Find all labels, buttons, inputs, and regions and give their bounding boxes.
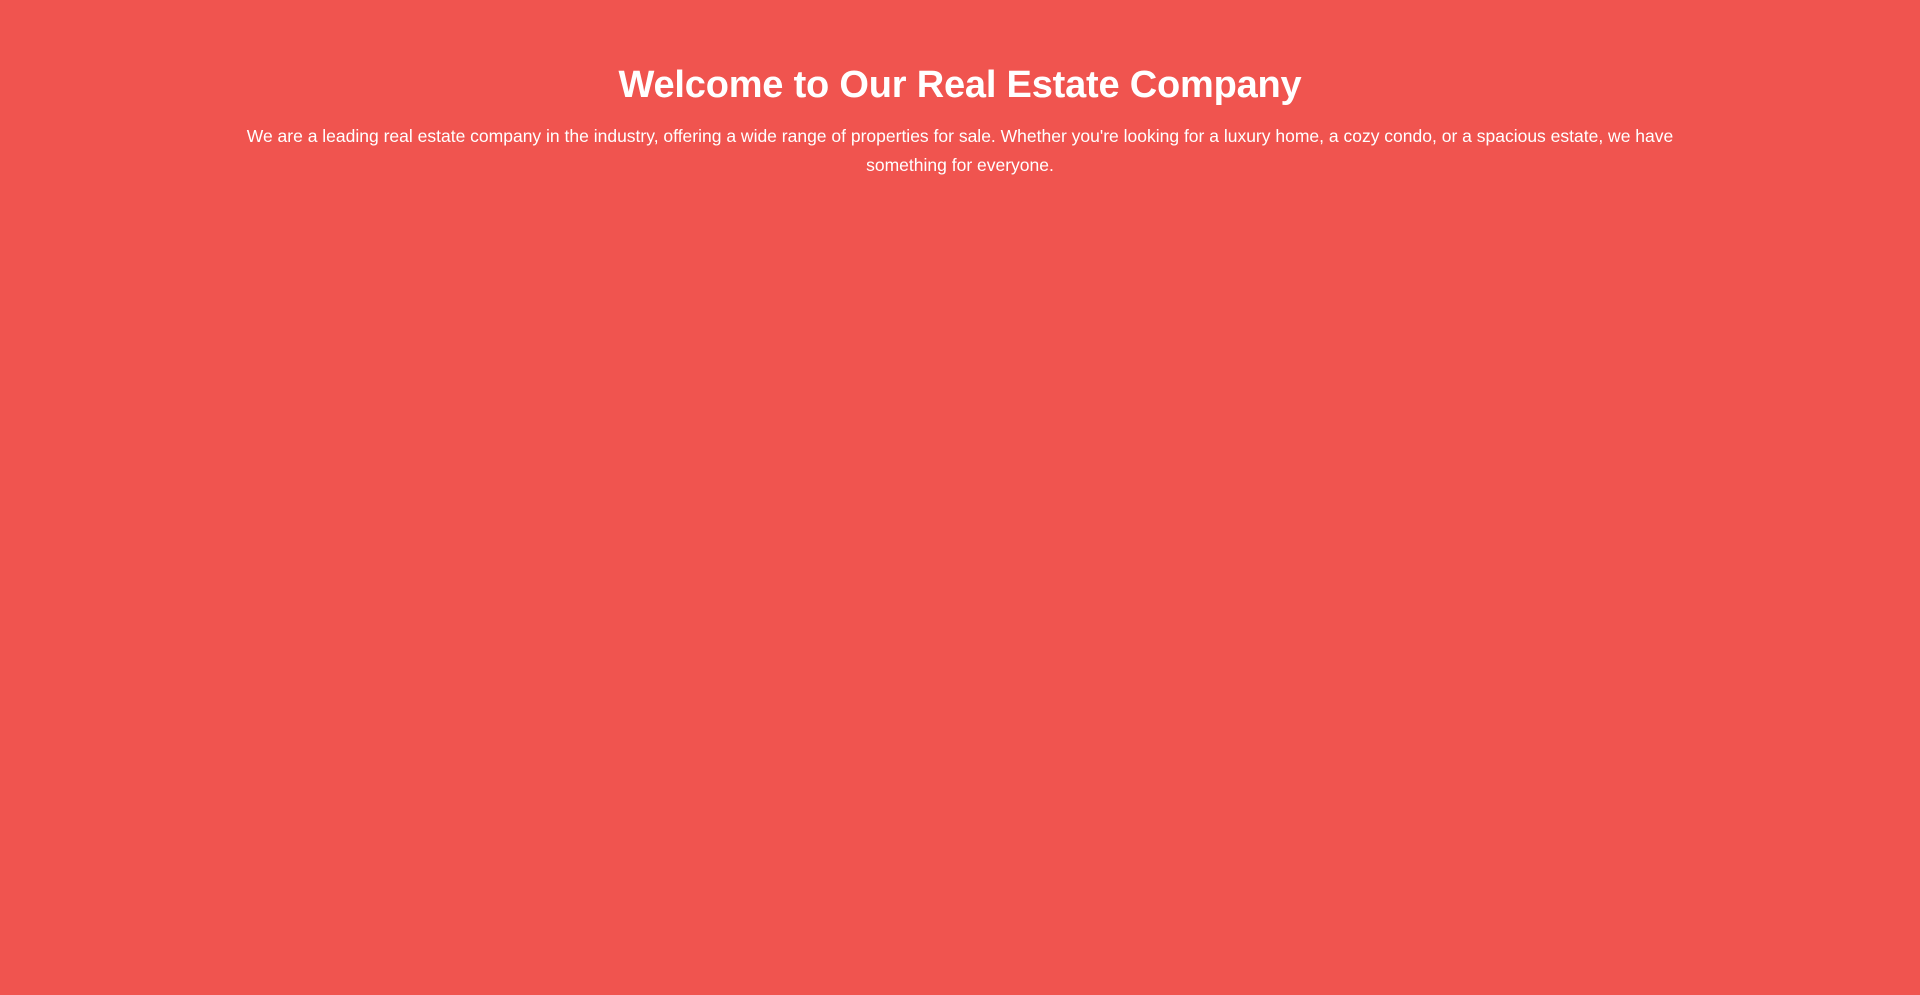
hero-title: Welcome to Our Real Estate Company: [618, 64, 1302, 106]
hero-content: Welcome to Our Real Estate Company We ar…: [210, 0, 1710, 180]
hero-section: Welcome to Our Real Estate Company We ar…: [0, 0, 1920, 995]
hero-description: We are a leading real estate company in …: [246, 126, 1674, 175]
